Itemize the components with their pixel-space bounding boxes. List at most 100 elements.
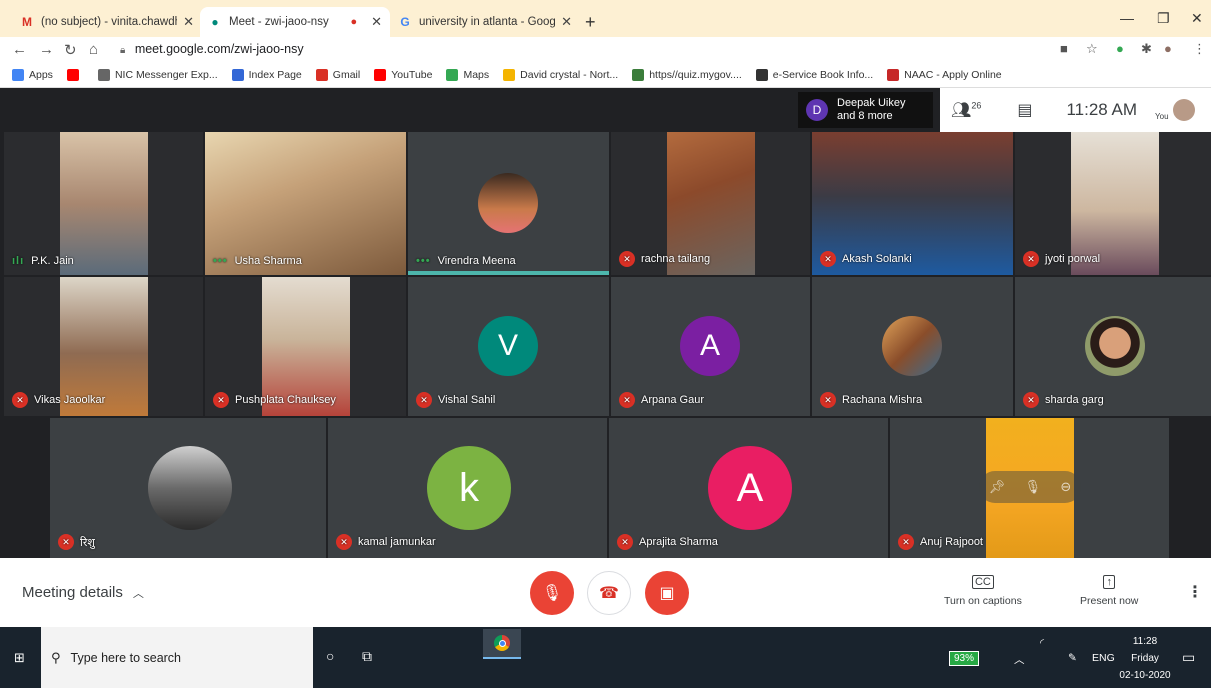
participant-name: Vikas Jaoolkar (34, 394, 106, 406)
close-icon[interactable]: ✕ (183, 14, 194, 30)
participant-tile[interactable]: ✕ रिशु (50, 418, 326, 558)
windows-start-icon[interactable]: ⊞ (14, 650, 25, 666)
speaking-dots-icon: ••• (416, 255, 431, 267)
menu-kebab-icon[interactable]: ⋮ (1193, 41, 1206, 57)
taskbar-search[interactable]: ⚲ Type here to search (41, 627, 313, 688)
participant-tile[interactable]: ✕ Pushplata Chauksey (205, 277, 406, 416)
participant-tile[interactable]: ✕ jyoti porwal (1015, 132, 1211, 275)
bookmark-item[interactable]: NIC Messenger Exp... (97, 69, 218, 81)
reload-icon[interactable]: ↻ (64, 41, 77, 59)
bookmark-icon (66, 69, 79, 81)
bookmark-star-icon[interactable]: ☆ (1086, 41, 1098, 57)
participant-tile[interactable]: ••• Usha Sharma (205, 132, 406, 275)
tab-meet[interactable]: ● Meet - zwi-jaoo-nsy ● ✕ (200, 7, 390, 37)
tab-gmail[interactable]: M (no subject) - vinita.chawdhry@g ✕ (12, 7, 202, 37)
participant-tile[interactable]: ✕ Akash Solanki (812, 132, 1013, 275)
meeting-details-button[interactable]: Meeting details ︿ (22, 584, 144, 601)
bookmark-item[interactable]: Maps (446, 69, 489, 81)
url-text: meet.google.com/zwi-jaoo-nsy (134, 42, 304, 56)
avatar: k (427, 446, 511, 530)
mic-toggle-button[interactable]: 🎙︎ (530, 571, 574, 615)
camera-toggle-button[interactable]: ▣ (645, 571, 689, 615)
leave-call-button[interactable]: ☎︎ (587, 571, 631, 615)
participant-tile[interactable]: ✕ Rachana Mishra (812, 277, 1013, 416)
new-tab-button[interactable]: + (585, 12, 596, 33)
chrome-taskbar-button[interactable] (483, 629, 521, 659)
participant-nametag: ✕ rachna tailang (619, 251, 710, 267)
participant-nametag: ılı P.K. Jain (12, 255, 74, 267)
participant-nametag: ✕ kamal jamunkar (336, 534, 436, 550)
close-icon[interactable]: ✕ (561, 14, 572, 30)
bookmark-item[interactable]: NAAC - Apply Online (887, 69, 1002, 81)
bookmark-item[interactable]: YouTube (374, 69, 432, 81)
video-feed (60, 132, 148, 275)
tab-label: Meet - zwi-jaoo-nsy (229, 16, 329, 28)
avatar: A (708, 446, 792, 530)
mic-off-icon: ✕ (336, 534, 352, 550)
bookmark-icon (97, 69, 110, 81)
taskbar-clock[interactable]: 11:28 Friday 02-10-2020 (1115, 633, 1175, 684)
wifi-icon[interactable]: ◜ (1040, 637, 1044, 649)
participant-tile[interactable]: A ✕ Arpana Gaur (611, 277, 810, 416)
participant-tile[interactable]: ılı P.K. Jain (4, 132, 203, 275)
close-window-icon[interactable]: ✕ (1191, 10, 1203, 27)
search-placeholder: Type here to search (70, 650, 182, 665)
close-icon[interactable]: ✕ (371, 14, 382, 30)
pin-icon[interactable]: 📌︎ (989, 479, 1006, 495)
tab-google-search[interactable]: G university in atlanta - Google Sea ✕ (390, 7, 580, 37)
participant-tile[interactable]: ✕ rachna tailang (611, 132, 810, 275)
present-button[interactable]: ↑ Present now (1080, 575, 1138, 607)
bookmark-item[interactable]: Apps (12, 69, 53, 81)
task-view-icon[interactable]: ⧉ (362, 648, 372, 665)
forward-icon[interactable]: → (39, 41, 54, 58)
clock-time: 11:28 (1132, 636, 1158, 647)
notifications-icon[interactable]: ▭ (1182, 649, 1195, 666)
participant-nametag: ✕ Vishal Sahil (416, 392, 495, 408)
people-button[interactable]: 👥︎26 (951, 100, 981, 120)
more-options-icon[interactable]: ⋮ (1187, 582, 1203, 602)
meet-right-panel: 👥︎26 ▤ 11:28 AM You (940, 88, 1211, 132)
participant-name: Pushplata Chauksey (235, 394, 336, 406)
remove-participant-icon[interactable]: ⊖ (1060, 479, 1071, 495)
join-notification[interactable]: D Deepak Uikey and 8 more (798, 92, 933, 128)
battery-indicator[interactable]: 93% (949, 651, 980, 666)
participant-tile[interactable]: k ✕ kamal jamunkar (328, 418, 607, 558)
bookmark-item[interactable]: Gmail (315, 69, 360, 81)
chevron-up-icon[interactable]: ︿ (1014, 652, 1025, 667)
address-bar-row: ← → ↻ ⌂ 🔒︎ meet.google.com/zwi-jaoo-nsy … (0, 37, 1211, 63)
url-field[interactable]: 🔒︎ meet.google.com/zwi-jaoo-nsy (120, 42, 304, 56)
participant-nametag: ••• Virendra Meena (416, 255, 516, 267)
maximize-icon[interactable]: ❐ (1157, 10, 1170, 27)
extensions-icon[interactable]: ✱ (1141, 41, 1152, 57)
camera-icon[interactable]: ■ (1060, 41, 1068, 56)
participant-tile[interactable]: ✕ Vikas Jaoolkar (4, 277, 203, 416)
participant-tile[interactable]: ••• Virendra Meena (408, 132, 609, 275)
pen-icon[interactable]: ✎ (1068, 652, 1077, 664)
bookmark-item[interactable]: Index Page (231, 69, 302, 81)
google-icon: G (400, 15, 410, 29)
participant-tile[interactable]: A ✕ Aprajita Sharma (609, 418, 888, 558)
minimize-icon[interactable]: — (1120, 10, 1134, 26)
language-indicator[interactable]: ENG (1092, 652, 1115, 664)
participant-tile[interactable]: ✕ sharda garg (1015, 277, 1211, 416)
bookmark-item[interactable] (66, 69, 84, 81)
bookmark-item[interactable]: David crystal - Nort... (503, 69, 618, 81)
home-icon[interactable]: ⌂ (89, 41, 98, 58)
participant-name: रिशु (80, 536, 95, 549)
self-avatar[interactable] (1172, 99, 1195, 121)
hang-up-icon: ☎︎ (599, 585, 619, 602)
bookmark-item[interactable]: e-Service Book Info... (755, 69, 873, 81)
mic-off-icon: ✕ (619, 251, 635, 267)
participant-name: jyoti porwal (1045, 253, 1101, 265)
participant-tile[interactable]: V ✕ Vishal Sahil (408, 277, 609, 416)
bookmark-icon (446, 69, 459, 81)
chat-icon[interactable]: ▤ (1017, 100, 1032, 120)
grammarly-icon[interactable]: ● (1116, 41, 1124, 56)
back-icon[interactable]: ← (12, 41, 27, 58)
cortana-icon[interactable]: ○ (326, 648, 334, 664)
mute-participant-icon[interactable]: 🎙︎ (1025, 479, 1042, 495)
bookmark-icon (887, 69, 900, 81)
profile-avatar-icon[interactable]: ● (1164, 41, 1172, 56)
bookmark-item[interactable]: https//quiz.mygov.... (632, 69, 742, 81)
captions-button[interactable]: CC Turn on captions (944, 575, 1022, 607)
